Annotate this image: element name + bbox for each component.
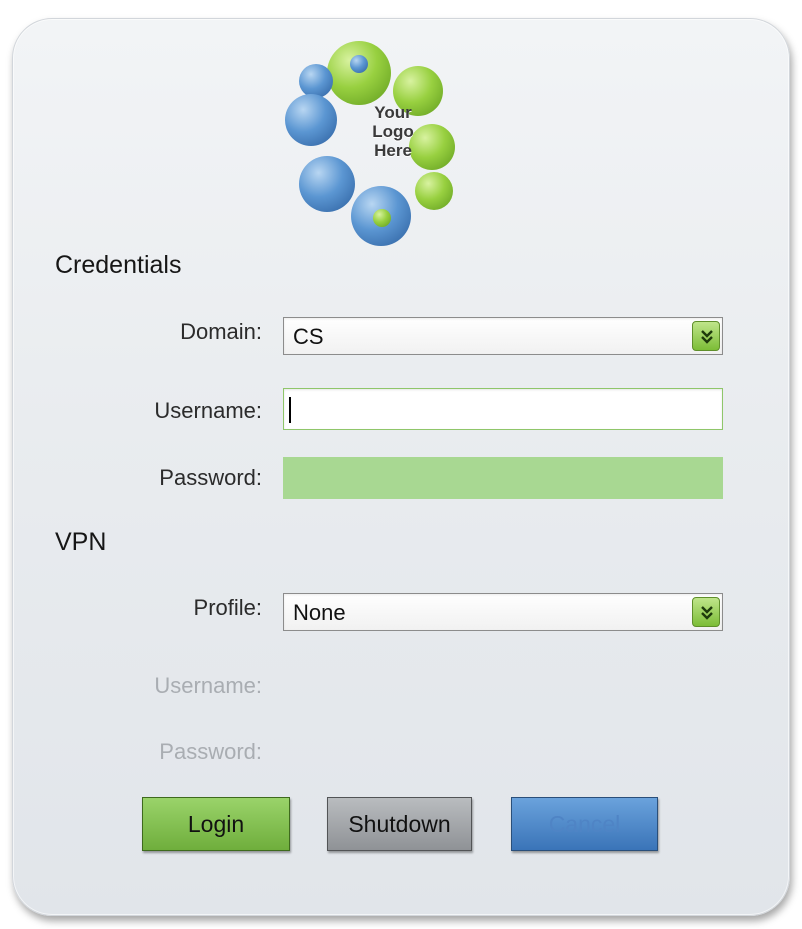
text-caret — [289, 397, 291, 423]
profile-select-value: None — [293, 600, 346, 625]
credentials-title: Credentials — [55, 251, 182, 279]
logo-text-line: Logo — [372, 122, 414, 141]
double-chevron-down-icon — [701, 606, 713, 620]
vpn-password-label: Password: — [159, 739, 262, 764]
vpn-username-label: Username: — [154, 673, 262, 698]
logo-ball — [350, 55, 368, 73]
password-label: Password: — [159, 465, 262, 490]
logo-ball — [299, 156, 355, 212]
domain-dropdown-button[interactable] — [692, 321, 720, 351]
logo: Your Logo Here — [285, 34, 495, 246]
vpn-title: VPN — [55, 528, 107, 556]
profile-select[interactable]: None — [283, 593, 723, 631]
logo-text-line: Your — [374, 103, 412, 122]
login-button[interactable]: Login — [142, 797, 290, 851]
profile-label: Profile: — [193, 595, 262, 620]
logo-ball — [415, 172, 453, 210]
domain-select[interactable]: CS — [283, 317, 723, 355]
username-input[interactable] — [283, 388, 723, 430]
logo-text: Your Logo Here — [363, 103, 423, 160]
shutdown-button[interactable]: Shutdown — [327, 797, 472, 851]
logo-ball — [285, 94, 337, 146]
username-label: Username: — [154, 398, 262, 423]
password-input[interactable] — [283, 457, 723, 499]
logo-ball — [299, 64, 333, 98]
logo-ball — [327, 41, 391, 105]
cancel-button[interactable]: Cancel — [511, 797, 658, 851]
logo-ball — [373, 209, 391, 227]
double-chevron-down-icon — [701, 330, 713, 344]
profile-dropdown-button[interactable] — [692, 597, 720, 627]
domain-label: Domain: — [180, 319, 262, 344]
logo-text-line: Here — [374, 141, 412, 160]
domain-select-value: CS — [293, 324, 324, 349]
